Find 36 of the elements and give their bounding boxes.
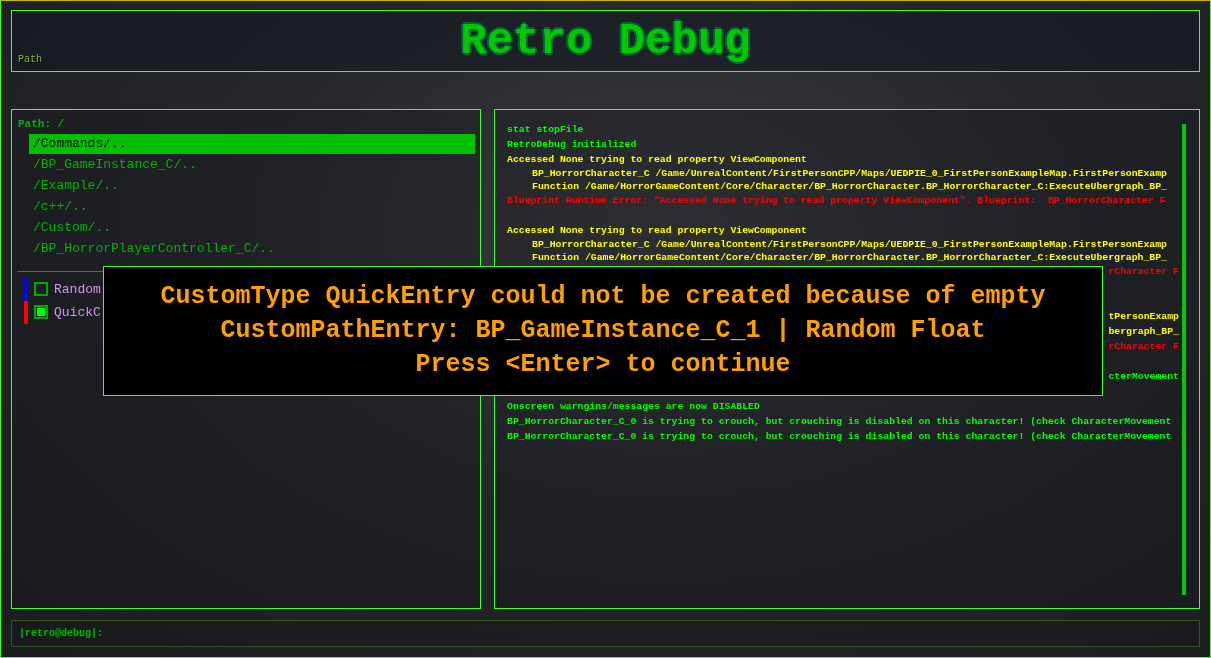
folder-item[interactable]: /c++/.. xyxy=(29,196,475,217)
scrollbar[interactable] xyxy=(1182,123,1186,596)
dialog-message: CustomType QuickEntry could not be created because of empty xyxy=(160,282,1046,312)
log-line: Onscreen warngins/messages are now DISABLED xyxy=(507,399,761,414)
checkbox[interactable] xyxy=(34,282,48,297)
log-line: BP_HorrorCharacter_C_0 is trying to crouch, but crouching is disabled on this character! (check CharacterMovement xyxy=(507,429,1173,444)
dialog-message: CustomPathEntry: BP_GameInstance_C_1 | Random Float xyxy=(220,316,986,346)
log-line: BP_HorrorCharacter_C_0 is trying to crouch, but crouching is disabled on this character! (check CharacterMovement xyxy=(507,414,1173,429)
log-line: RetroDebug initialized xyxy=(507,137,638,152)
log-line: Accessed None trying to read property ViewComponent xyxy=(507,223,808,238)
log-line: cterMovement xyxy=(1108,369,1179,384)
folder-item[interactable]: /BP_HorrorPlayerController_C/.. xyxy=(29,238,475,259)
app-title: Retro Debug xyxy=(460,18,751,63)
log-line: tPersonExamp xyxy=(1108,309,1179,324)
folder-item[interactable]: /BP_GameInstance_C/.. xyxy=(29,154,475,175)
checkbox[interactable] xyxy=(34,305,48,320)
log-line: bergraph_BP_ xyxy=(1108,324,1179,339)
log-line: stat stopFile xyxy=(507,122,585,137)
folder-item[interactable]: /Custom/.. xyxy=(29,217,475,238)
folder-item[interactable]: /Commands/.. xyxy=(29,133,475,154)
log-line: Accessed None trying to read property ViewComponent xyxy=(507,152,808,167)
folder-item[interactable]: /Example/.. xyxy=(29,175,475,196)
log-line: Function /Game/HorrorGameContent/Core/Character/BP_HorrorCharacter.BP_HorrorCharacter_C:ExecuteUbergraph_BP_ xyxy=(531,250,1168,264)
path-label: Path xyxy=(18,53,42,65)
dialog-message: Press <Enter> to continue xyxy=(415,350,791,380)
entry-label: QuickC xyxy=(54,304,101,320)
entry-label: Random xyxy=(54,281,101,297)
log-line: BP_HorrorCharacter_C /Game/UnrealContent/FirstPersonCPP/Maps/UEDPIE_0_FirstPersonExampleMap.FirstPersonExamp xyxy=(531,166,1168,180)
log-line: Blueprint Runtime Error: "Accessed None trying to read property ViewComponent". Blueprint: BP_HorrorCharacter F xyxy=(507,193,1167,208)
log-line: rCharacter F xyxy=(1108,339,1179,354)
log-line: BP_HorrorCharacter_C /Game/UnrealContent/FirstPersonCPP/Maps/UEDPIE_0_FirstPersonExampleMap.FirstPersonExamp xyxy=(531,237,1168,251)
current-path: Path: / xyxy=(18,117,66,130)
log-line: rCharacter F xyxy=(1108,264,1179,279)
log-line: Function /Game/HorrorGameContent/Core/Character/BP_HorrorCharacter.BP_HorrorCharacter_C:ExecuteUbergraph_BP_ xyxy=(531,179,1168,193)
console-prompt: |retro@debug|: xyxy=(19,628,103,639)
console-input[interactable]: |retro@debug|: xyxy=(11,620,1200,647)
